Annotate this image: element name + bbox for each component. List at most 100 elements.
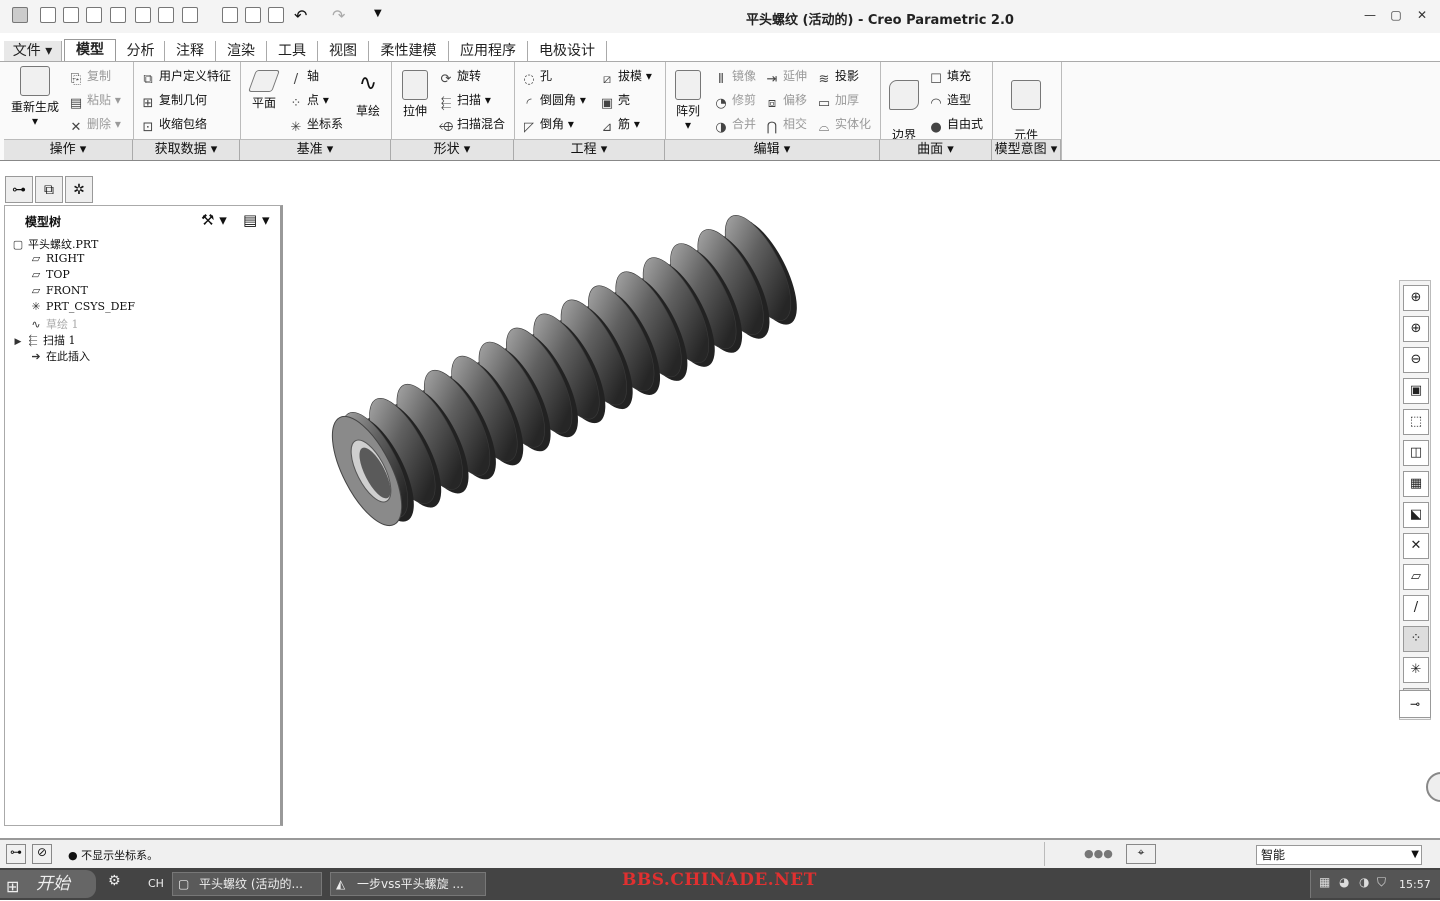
network-icon[interactable]: ▦: [1319, 875, 1330, 889]
restore-button[interactable]: ▢: [1388, 8, 1404, 22]
windows-icon[interactable]: [182, 7, 198, 23]
swept-blend-button[interactable]: ⬲ 扫描混合: [438, 116, 505, 136]
paste-button[interactable]: ▤ 粘贴 ▾: [68, 92, 121, 112]
redo-icon[interactable]: ↷: [332, 6, 345, 25]
refit-icon[interactable]: ⊕: [1403, 285, 1429, 311]
spin-center-icon[interactable]: ⊸: [1399, 690, 1431, 718]
offset-button[interactable]: ⧈ 偏移: [764, 92, 807, 112]
axis-button[interactable]: / 轴: [288, 68, 319, 88]
copy-icon[interactable]: [268, 7, 284, 23]
start-button[interactable]: ⊞ 开始: [0, 870, 96, 898]
render-icon[interactable]: [222, 7, 238, 23]
taskbar-item-creo[interactable]: ▢ 平头螺纹 (活动的...: [172, 872, 322, 896]
tab-tools[interactable]: 工具: [267, 41, 318, 61]
zoom-out-icon[interactable]: ⊖: [1403, 347, 1429, 373]
tree-columns-icon[interactable]: ▤ ▾: [243, 211, 269, 229]
regenerate-button[interactable]: 重新生成 ▾: [8, 66, 62, 128]
tree-item-right[interactable]: ▱ RIGHT: [29, 252, 85, 265]
rib-button[interactable]: ⊿ 筋 ▾: [599, 116, 640, 136]
repaint-icon[interactable]: ▣: [1403, 378, 1429, 404]
shell-button[interactable]: ▣ 壳: [599, 92, 630, 112]
model-tree-tab-icon[interactable]: ⊶: [5, 176, 33, 203]
udf-button[interactable]: ⧉ 用户定义特征: [140, 68, 231, 88]
group-datum[interactable]: 基准 ▾: [240, 139, 391, 160]
project-button[interactable]: ≋ 投影: [816, 68, 859, 88]
point-display-icon[interactable]: ⁘: [1403, 626, 1429, 652]
tree-settings-icon[interactable]: ⚒ ▾: [201, 211, 227, 229]
tree-item-sweep[interactable]: ▶ ⬱ 扫描 1: [13, 332, 76, 348]
shield-icon[interactable]: ⛉: [1377, 875, 1386, 890]
csys-display-icon[interactable]: ✳: [1403, 657, 1429, 683]
tab-flexible-modeling[interactable]: 柔性建模: [369, 41, 449, 61]
plane-button[interactable]: 平面: [246, 70, 282, 110]
graphics-area[interactable]: [290, 165, 1390, 835]
tab-analysis[interactable]: 分析: [117, 41, 165, 61]
chamfer-button[interactable]: ◸ 倒角 ▾: [521, 116, 574, 136]
freestyle-button[interactable]: ● 自由式: [928, 116, 983, 136]
intersect-button[interactable]: ⋂ 相交: [764, 116, 807, 136]
find-icon[interactable]: ⌖: [1126, 844, 1156, 864]
solidify-button[interactable]: ⌓ 实体化: [816, 116, 871, 136]
sketch-button[interactable]: ∿ 草绘: [350, 70, 386, 118]
tab-render[interactable]: 渲染: [216, 41, 267, 61]
language-indicator[interactable]: CH: [148, 877, 164, 890]
volume-icon[interactable]: ◕: [1339, 875, 1349, 889]
group-get-data[interactable]: 获取数据 ▾: [133, 139, 240, 160]
plane-display-icon[interactable]: ▱: [1403, 564, 1429, 590]
copy-geometry-button[interactable]: ⊞ 复制几何: [140, 92, 207, 112]
threaded-shaft-model[interactable]: [290, 165, 1390, 835]
round-button[interactable]: ◜ 倒圆角 ▾: [521, 92, 585, 112]
hole-button[interactable]: ◌ 孔: [521, 68, 552, 88]
sweep-button[interactable]: ⬱ 扫描 ▾: [438, 92, 491, 112]
group-shapes[interactable]: 形状 ▾: [391, 139, 514, 160]
toggle-browser-icon[interactable]: ⊘: [32, 844, 52, 864]
display-style-icon[interactable]: ◫: [1403, 440, 1429, 466]
regenerate-quick-icon[interactable]: [110, 7, 126, 23]
saved-views-icon[interactable]: ⬚: [1403, 409, 1429, 435]
group-editing[interactable]: 编辑 ▾: [665, 139, 880, 160]
selection-filter[interactable]: 智能 ▼: [1256, 845, 1422, 865]
dashboard-handle-icon[interactable]: [1426, 772, 1440, 802]
group-model-intent[interactable]: 模型意图 ▾: [992, 139, 1061, 160]
merge-button[interactable]: ◑ 合并: [713, 116, 756, 136]
trim-button[interactable]: ◔ 修剪: [713, 92, 756, 112]
checkbox-icon[interactable]: [245, 7, 261, 23]
pattern-button[interactable]: 阵列 ▾: [670, 70, 706, 132]
mirror-button[interactable]: ⫴ 镜像: [713, 68, 756, 88]
tree-root[interactable]: ▢ 平头螺纹.PRT: [11, 236, 99, 252]
revolve-button[interactable]: ⟳ 旋转: [438, 68, 481, 88]
undo-icon[interactable]: ↶: [294, 6, 307, 25]
update-icon[interactable]: ◑: [1359, 875, 1369, 889]
group-surfaces[interactable]: 曲面 ▾: [880, 139, 992, 160]
tree-item-top[interactable]: ▱ TOP: [29, 268, 70, 281]
tree-item-sketch[interactable]: ∿ 草绘 1: [29, 316, 78, 332]
toggle-navigator-icon[interactable]: ⊶: [6, 844, 26, 864]
datum-display-icon[interactable]: ✕: [1403, 533, 1429, 559]
save-icon[interactable]: [86, 7, 102, 23]
tree-item-insert-here[interactable]: ➔ 在此插入: [29, 348, 90, 364]
perspective-icon[interactable]: ⬕: [1403, 502, 1429, 528]
view-manager-icon[interactable]: ▦: [1403, 471, 1429, 497]
tab-model[interactable]: 模型: [64, 39, 116, 62]
expand-icon[interactable]: ▶: [13, 337, 23, 347]
tab-file[interactable]: 文件 ▾: [4, 41, 62, 61]
thicken-button[interactable]: ▭ 加厚: [816, 92, 859, 112]
point-button[interactable]: ⁘ 点 ▾: [288, 92, 329, 112]
style-button[interactable]: ◠ 造型: [928, 92, 971, 112]
copy-button[interactable]: ⎘ 复制: [68, 68, 111, 88]
quick-launch-icon[interactable]: ⚙: [108, 873, 138, 895]
fill-button[interactable]: ☐ 填充: [928, 68, 971, 88]
group-operations[interactable]: 操作 ▾: [4, 139, 133, 160]
tree-item-csys[interactable]: ✳ PRT_CSYS_DEF: [29, 300, 135, 313]
axis-display-icon[interactable]: /: [1403, 595, 1429, 621]
minimize-button[interactable]: —: [1362, 8, 1378, 22]
csys-button[interactable]: ✳ 坐标系: [288, 116, 343, 136]
extend-button[interactable]: ⇥ 延伸: [764, 68, 807, 88]
zoom-in-icon[interactable]: ⊕: [1403, 316, 1429, 342]
open-icon[interactable]: [63, 7, 79, 23]
tab-annotate[interactable]: 注释: [165, 41, 216, 61]
tree-item-front[interactable]: ▱ FRONT: [29, 284, 88, 297]
new-file-icon[interactable]: [40, 7, 56, 23]
customize-toolbar-icon[interactable]: ▼: [374, 8, 382, 19]
taskbar-item-video[interactable]: ◭ 一步vss平头螺旋 ...: [330, 872, 486, 896]
